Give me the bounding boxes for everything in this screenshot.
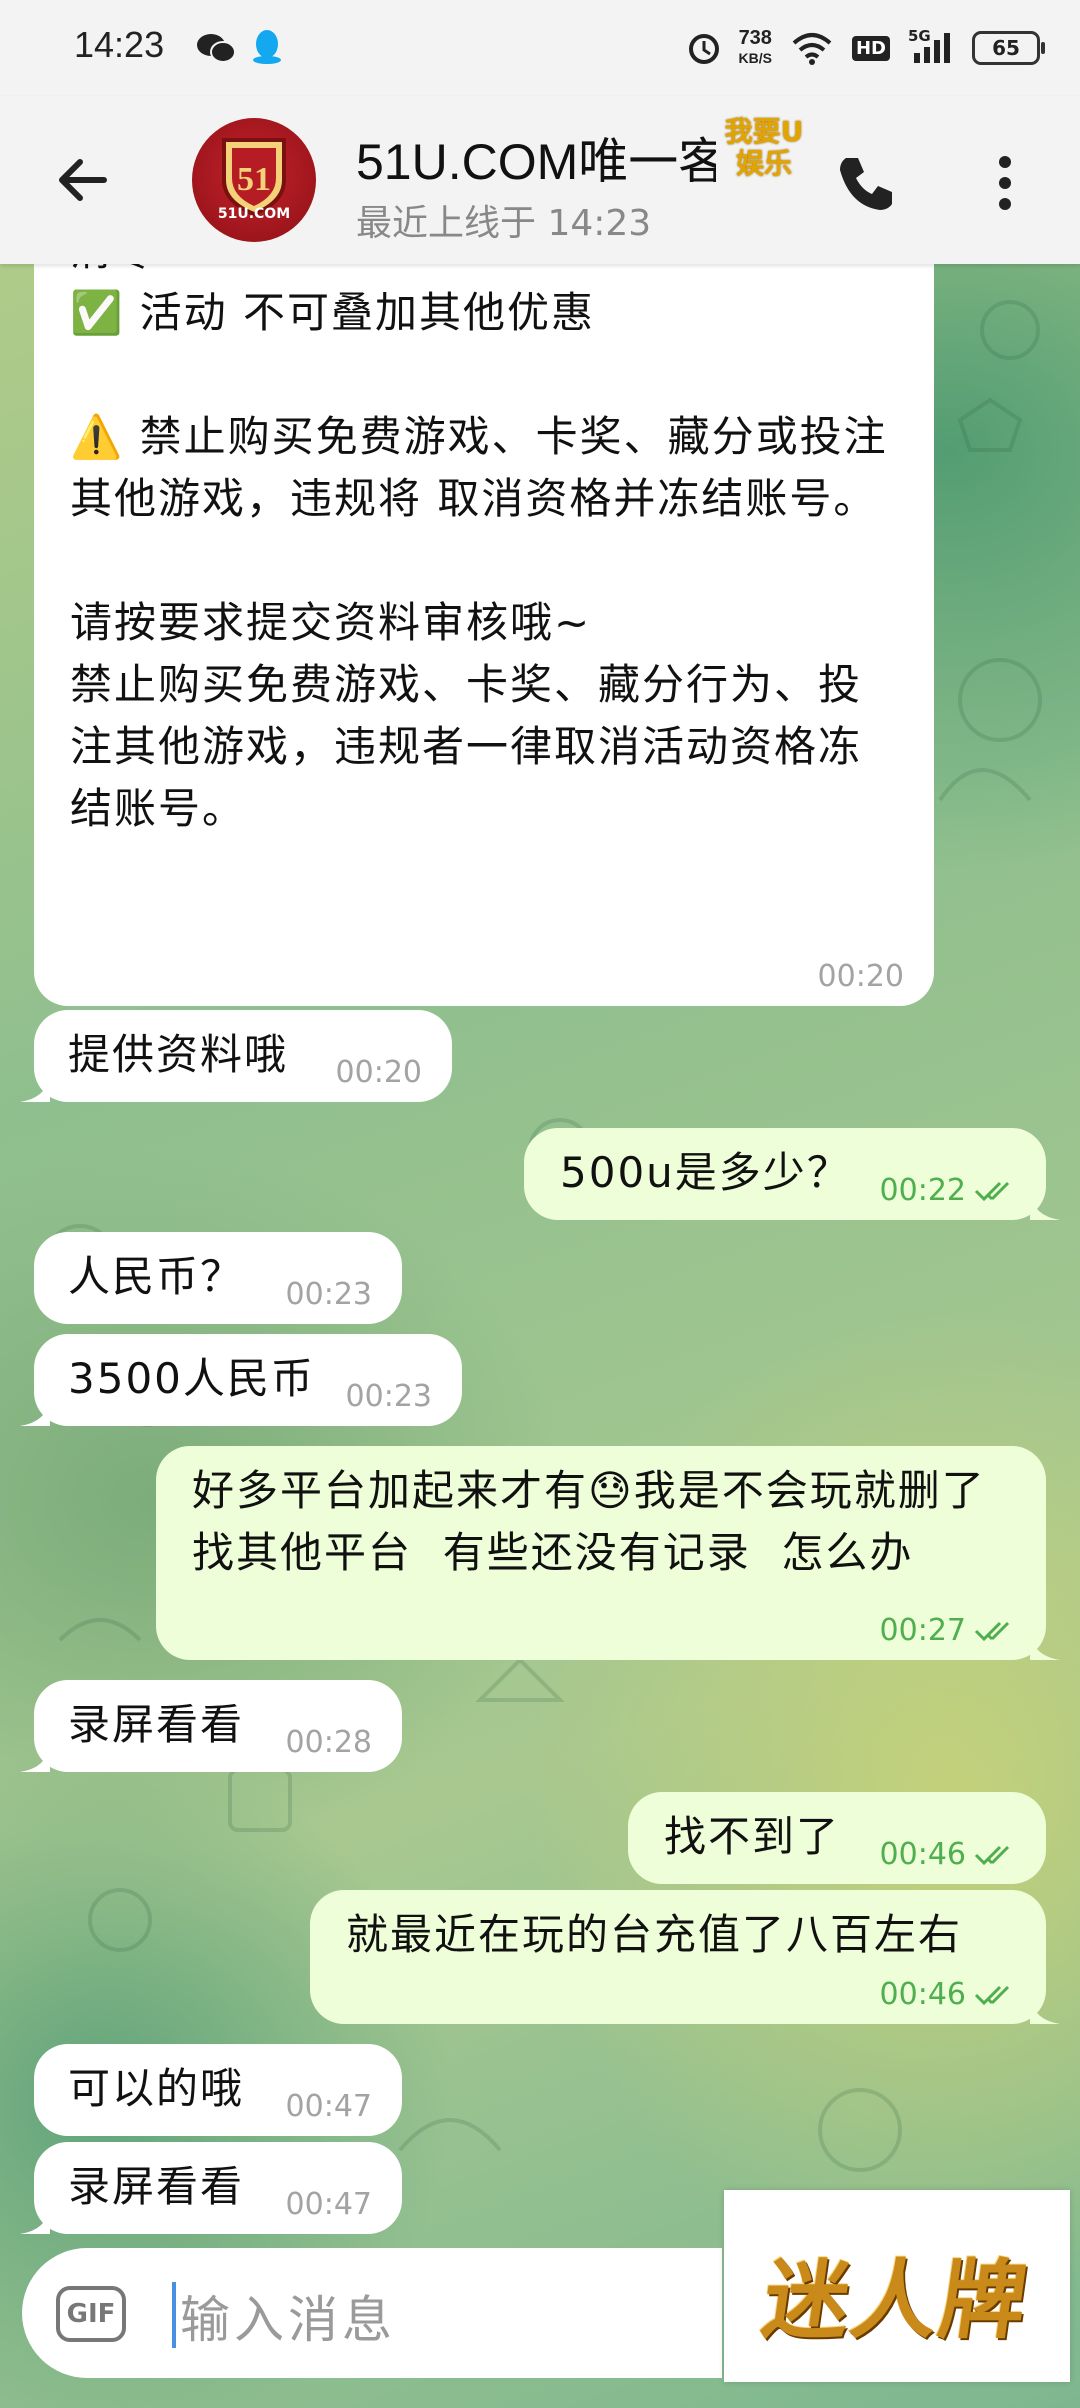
message-time: 00:28 [285,1725,372,1760]
alarm-icon [688,34,719,64]
chat-header: 51 51U.COM 51U.COM唯一客服 我要U娱乐 最近上线于 14:23 [0,96,1080,264]
message-time: 00:20 [817,959,904,994]
bubble-tail [20,1076,50,1102]
svg-text:51: 51 [237,161,271,198]
message-incoming[interactable]: 可以的哦 00:47 [34,2044,402,2136]
message-incoming[interactable]: 录屏看看 00:28 [20,1680,402,1772]
message-incoming[interactable]: 3500人民币 00:23 [20,1334,462,1426]
shield-logo-icon: 51 [222,138,286,217]
battery-indicator: 65 [972,31,1045,65]
last-seen-status: 最近上线于 14:23 [356,203,652,244]
message-outgoing[interactable]: 就最近在玩的台充值了八百左右 00:46 [310,1890,1060,2024]
read-checkmarks-icon [974,1619,1020,1643]
message-time: 00:20 [335,1055,422,1090]
message-input-bar: GIF 输入消息 [22,2248,722,2378]
wechat-icon [197,34,236,63]
message-input[interactable]: 输入消息 [180,2280,396,2352]
message-incoming[interactable]: 提供资料哦 00:20 [20,1010,452,1102]
status-bar: 14:23 738 KB/S HD 5G 65 [0,0,1080,96]
message-outgoing[interactable]: 500u是多少？ 00:22 [524,1128,1060,1220]
message-text: 就最近在玩的台充值了八百左右 [346,1910,963,1959]
text-cursor [172,2282,176,2348]
message-time: 00:47 [285,2089,372,2124]
message-outgoing[interactable]: 找不到了 00:46 [628,1792,1046,1884]
message-time: 00:46 [880,1840,1020,1870]
promo-overlay: 迷人牌 [724,2190,1070,2382]
signal-icon: 5G [908,27,954,65]
promo-text: 迷人牌 [756,2250,1035,2351]
avatar[interactable]: 51 51U.COM [192,118,316,242]
message-time: 00:46 [880,1980,1020,2010]
bubble-tail [20,1400,50,1426]
hd-icon: HD [851,35,890,61]
message-time: 00:23 [285,1277,372,1312]
qq-icon [253,30,281,64]
message-time: 00:22 [880,1176,1020,1206]
gif-icon[interactable]: GIF [56,2286,126,2342]
message-outgoing[interactable]: 好多平台加起来才有😓我是不会玩就删了找其他平台 有些还没有记录 怎么办 00:2… [156,1446,1060,1660]
status-time: 14:23 [74,24,165,65]
back-arrow-icon[interactable] [52,148,116,212]
chat-title[interactable]: 51U.COM唯一客服 [356,122,716,182]
message-incoming[interactable]: ✅ 最低提1000，最高提1000，超出部分清零 ✅ 活动 不可叠加其他优惠 ⚠… [34,164,934,1006]
message-time: 00:23 [345,1379,432,1414]
more-menu-icon[interactable] [990,150,1020,216]
network-speed: 738 KB/S [738,27,772,66]
bubble-tail [1030,1194,1060,1220]
bubble-tail [20,1746,50,1772]
bubble-tail [20,2208,50,2234]
message-incoming[interactable]: 录屏看看 00:47 [20,2142,402,2234]
bubble-tail [1030,1634,1060,1660]
message-incoming[interactable]: 人民币？ 00:23 [34,1232,402,1324]
message-time: 00:27 [880,1616,1020,1646]
message-time: 00:47 [285,2187,372,2222]
wifi-icon [792,33,832,65]
read-checkmarks-icon [974,1983,1020,2007]
header-badge: 我要U娱乐 [722,116,806,186]
phone-call-icon[interactable] [832,150,898,216]
read-checkmarks-icon [974,1843,1020,1867]
bubble-tail [1030,1998,1060,2024]
message-text: 好多平台加起来才有😓我是不会玩就删了找其他平台 有些还没有记录 怎么办 [192,1466,986,1577]
read-checkmarks-icon [974,1179,1020,1203]
